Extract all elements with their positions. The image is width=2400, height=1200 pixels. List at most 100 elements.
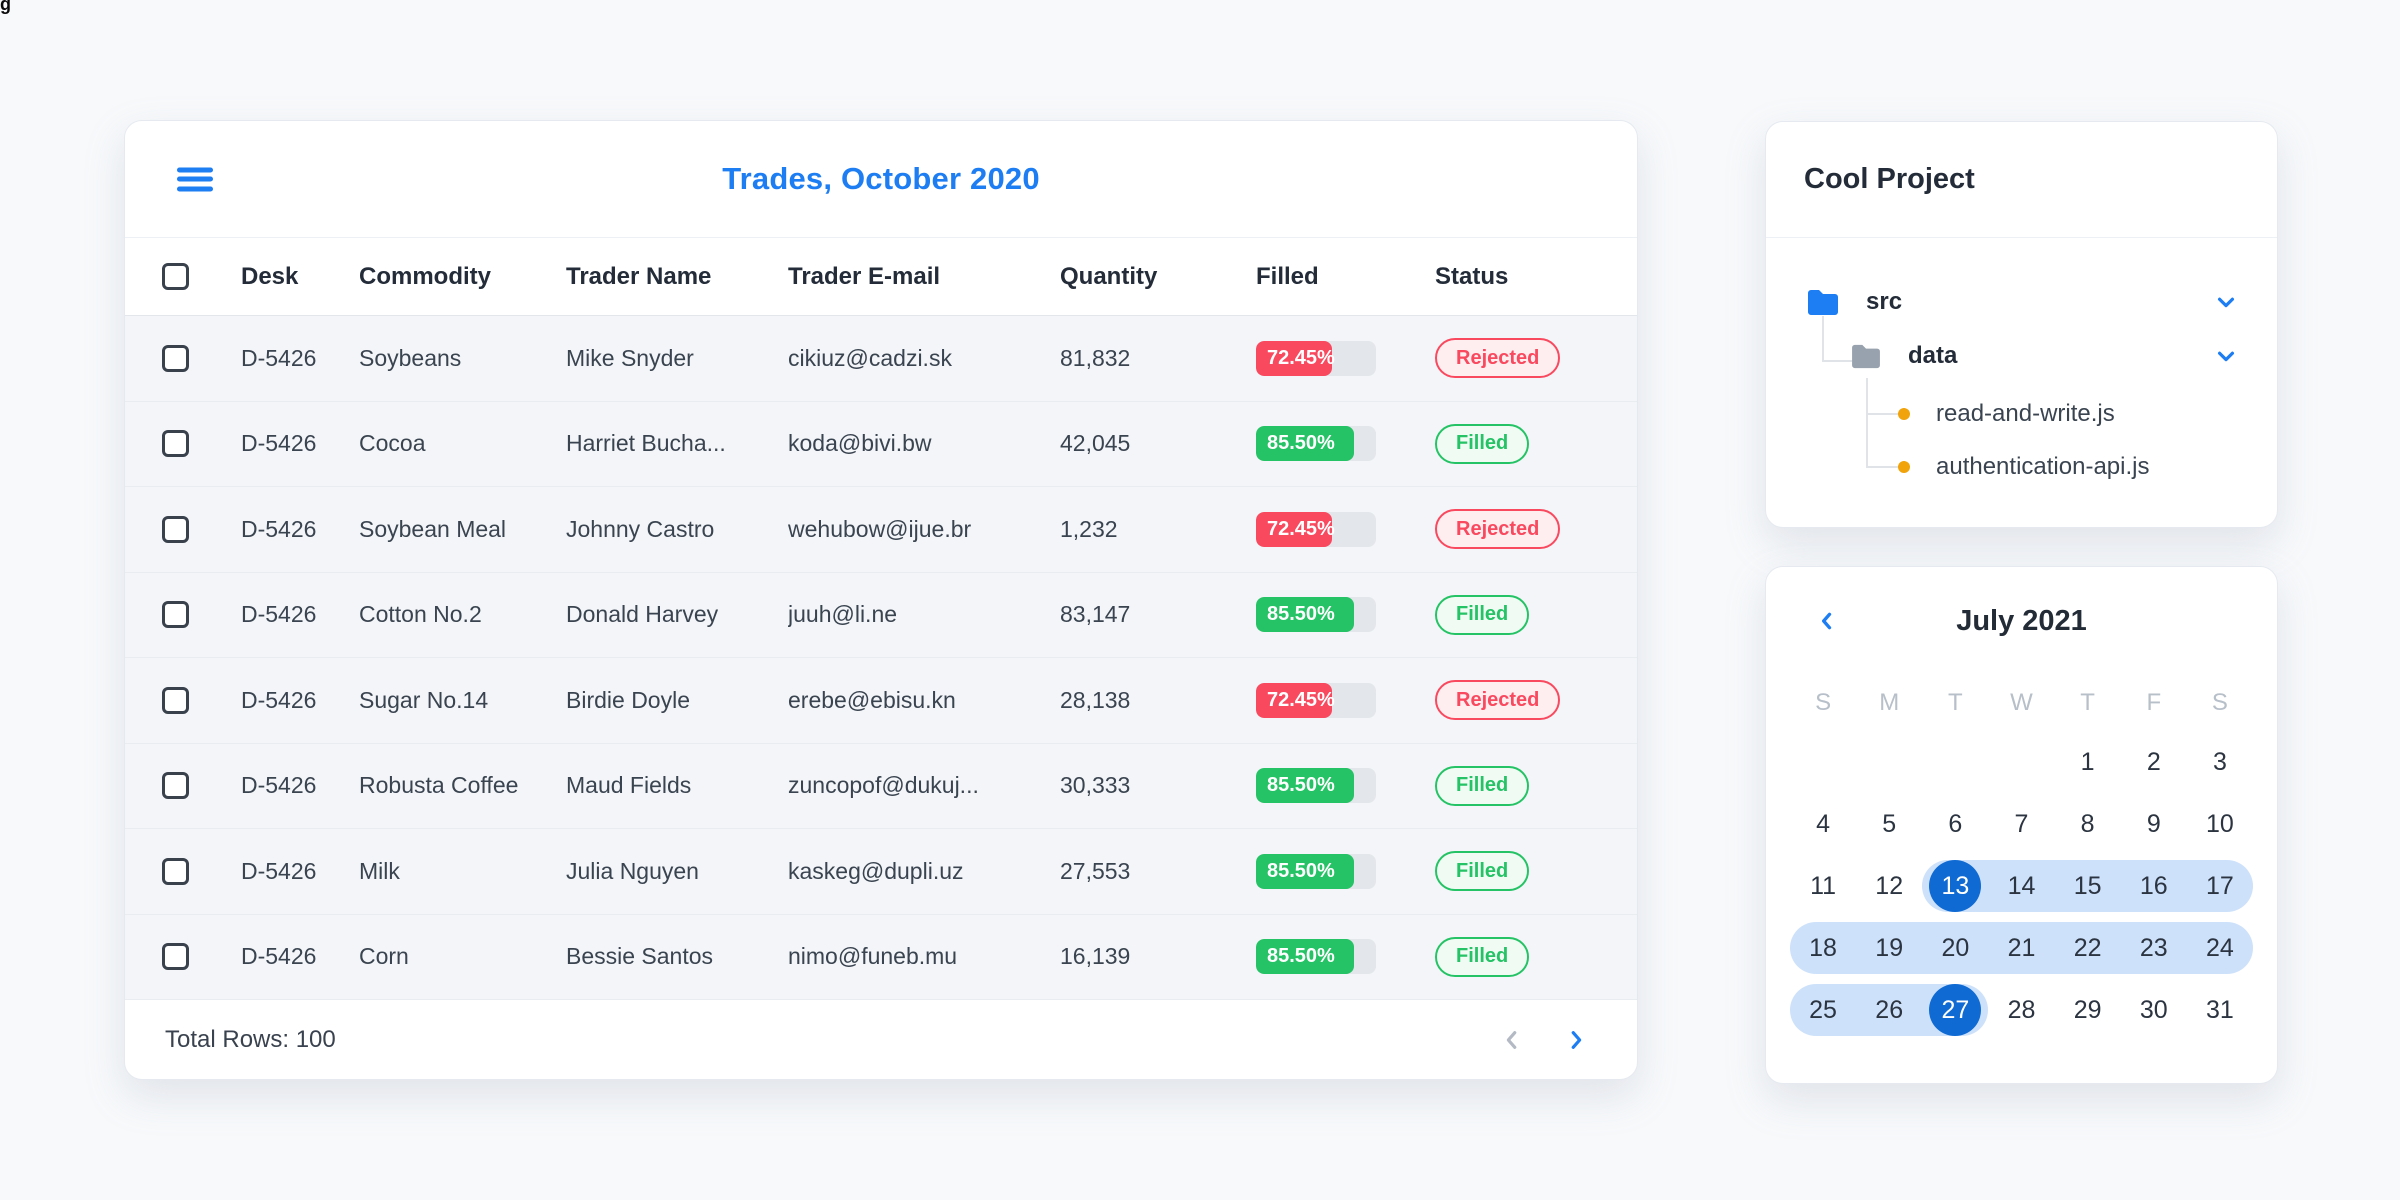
row-checkbox[interactable] [162, 515, 189, 543]
cell-commodity: Corn [359, 943, 409, 970]
status-badge: Filled [1435, 765, 1530, 806]
cell-trader: Johnny Castro [566, 515, 715, 542]
cell-email: cikiuz@cadzi.sk [788, 344, 952, 371]
column-header-trader: Trader Name [566, 262, 712, 290]
dow-label: T [1948, 689, 1963, 716]
calendar-day[interactable]: 23 [2120, 917, 2187, 979]
calendar-day[interactable]: 8 [2055, 793, 2121, 855]
tree-file[interactable]: read-and-write.js [1898, 392, 2277, 436]
calendar-day[interactable]: 11 [1790, 855, 1856, 917]
row-checkbox[interactable] [162, 344, 189, 372]
column-header-quantity: Quantity [1060, 262, 1158, 290]
pagination [1495, 1023, 1593, 1057]
dow-label: S [2211, 689, 2228, 716]
calendar-day[interactable]: 22 [2054, 917, 2121, 979]
chevron-down-icon[interactable] [2215, 291, 2237, 313]
calendar-day[interactable]: 14 [1988, 855, 2055, 917]
calendar-day[interactable]: 31 [2187, 979, 2253, 1041]
calendar-card: July 2021 S M T W T F S 1 2 3 4 5 6 7 8 … [1765, 566, 2278, 1084]
cell-desk: D-5426 [241, 686, 317, 713]
table-row: D-5426 Soybean Meal Johnny Castro wehubo… [125, 487, 1637, 573]
calendar-day[interactable]: 18 [1790, 917, 1857, 979]
tree-file[interactable]: authentication-api.js [1898, 445, 2277, 489]
calendar-day[interactable]: 19 [1856, 917, 1923, 979]
calendar-day[interactable]: 9 [2121, 793, 2187, 855]
calendar-day[interactable]: 20 [1922, 917, 1989, 979]
calendar-day[interactable]: 28 [1988, 979, 2054, 1041]
calendar-day[interactable]: 30 [2121, 979, 2187, 1041]
calendar-day[interactable]: 3 [2187, 731, 2253, 793]
calendar-day[interactable]: 17 [2186, 855, 2254, 917]
calendar-day-headers: S M T W T F S [1790, 675, 2253, 731]
column-header-status: Status [1435, 262, 1509, 290]
row-checkbox[interactable] [162, 601, 189, 629]
table-row: D-5426 Soybeans Mike Snyder cikiuz@cadzi… [125, 316, 1637, 402]
cell-quantity: 16,139 [1060, 943, 1131, 970]
cell-quantity: 27,553 [1060, 857, 1131, 884]
row-checkbox[interactable] [162, 943, 189, 971]
row-checkbox[interactable] [162, 430, 189, 458]
column-header-commodity: Commodity [359, 262, 491, 290]
cell-desk: D-5426 [241, 430, 317, 457]
cell-desk: D-5426 [241, 772, 317, 799]
filled-progress-bar: 85.50% [1256, 597, 1376, 633]
calendar-day[interactable]: 21 [1988, 917, 2055, 979]
calendar-day[interactable]: 2 [2121, 731, 2187, 793]
calendar-day [1988, 731, 2054, 793]
calendar-day-range-start[interactable]: 13 [1922, 855, 1989, 917]
cell-quantity: 83,147 [1060, 601, 1131, 628]
next-page-button[interactable] [1559, 1023, 1593, 1057]
calendar-day[interactable]: 26 [1856, 979, 1923, 1041]
folder-icon [1808, 290, 1838, 315]
filled-progress-bar: 85.50% [1256, 853, 1376, 889]
calendar-day[interactable]: 24 [2186, 917, 2254, 979]
table-column-header-row: Desk Commodity Trader Name Trader E-mail… [125, 238, 1637, 316]
previous-page-button[interactable] [1495, 1023, 1529, 1057]
cell-trader: Donald Harvey [566, 601, 719, 628]
previous-month-button[interactable] [1812, 606, 1842, 636]
calendar-day[interactable]: 12 [1856, 855, 1922, 917]
cell-quantity: 30,333 [1060, 772, 1131, 799]
calendar-day[interactable]: 4 [1790, 793, 1856, 855]
calendar-day[interactable]: 25 [1790, 979, 1857, 1041]
calendar-day [1922, 731, 1988, 793]
cell-trader: Julia Nguyen [566, 857, 699, 884]
calendar-day[interactable]: 6 [1922, 793, 1988, 855]
row-checkbox[interactable] [162, 857, 189, 885]
filled-progress-bar: 72.45% [1256, 511, 1376, 547]
calendar-day[interactable]: 1 [2055, 731, 2121, 793]
cell-email: kaskeg@dupli.uz [788, 857, 964, 884]
table-row: D-5426 Robusta Coffee Maud Fields zuncop… [125, 743, 1637, 829]
hamburger-menu-icon[interactable] [177, 163, 213, 196]
calendar-day[interactable]: 15 [2054, 855, 2121, 917]
filled-progress-bar: 72.45% [1256, 682, 1376, 718]
calendar-day[interactable]: 10 [2187, 793, 2253, 855]
calendar-day[interactable]: 16 [2120, 855, 2187, 917]
cell-commodity: Soybeans [359, 344, 462, 371]
table-header-bar: Trades, October 2020 [125, 121, 1637, 238]
filled-progress-bar: 85.50% [1256, 426, 1376, 462]
calendar-day-range-end[interactable]: 27 [1922, 979, 1989, 1041]
calendar-day[interactable]: 5 [1856, 793, 1922, 855]
cell-desk: D-5426 [241, 515, 317, 542]
row-checkbox[interactable] [162, 772, 189, 800]
calendar-day[interactable]: 29 [2055, 979, 2121, 1041]
cell-quantity: 28,138 [1060, 686, 1131, 713]
column-header-desk: Desk [241, 262, 299, 290]
cell-desk: D-5426 [241, 601, 317, 628]
calendar-day[interactable]: 7 [1988, 793, 2054, 855]
select-all-checkbox[interactable] [162, 263, 189, 290]
status-badge: Filled [1435, 851, 1530, 892]
cell-trader: Birdie Doyle [566, 686, 690, 713]
dow-label: T [2080, 689, 2095, 716]
folder-name: data [1908, 342, 1958, 369]
chevron-down-icon[interactable] [2215, 345, 2237, 367]
cell-email: zuncopof@dukuj... [788, 772, 979, 799]
cell-commodity: Robusta Coffee [359, 772, 519, 799]
dow-label: F [2146, 689, 2162, 716]
tree-folder-data[interactable]: data [1850, 334, 2277, 378]
row-checkbox[interactable] [162, 686, 189, 714]
file-tree: src data read-and-write.js authenticatio… [1766, 238, 2277, 529]
tree-folder-src[interactable]: src [1806, 280, 2277, 324]
folder-name: src [1866, 288, 1903, 315]
